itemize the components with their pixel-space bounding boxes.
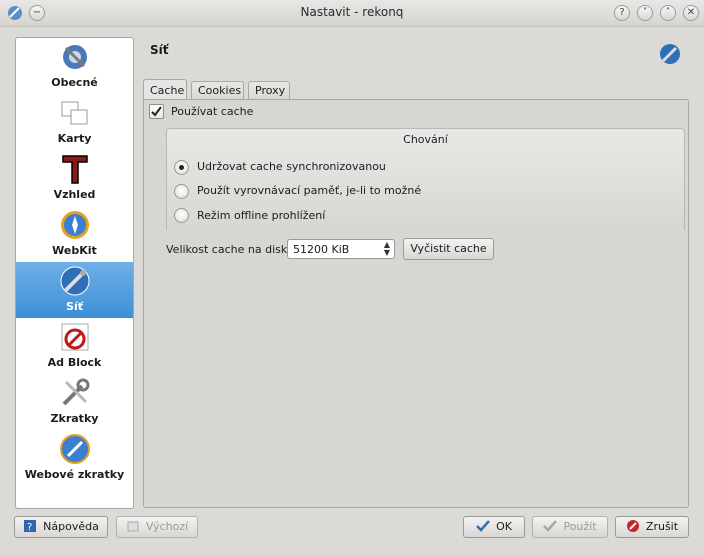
- radio-label: Udržovat cache synchronizovanou: [197, 160, 386, 173]
- sidebar-item-webkit[interactable]: WebKit: [16, 206, 133, 262]
- sidebar-item-vzhled[interactable]: Vzhled: [16, 150, 133, 206]
- maximize-icon[interactable]: ˄: [660, 5, 676, 21]
- sidebar-item-zkratky[interactable]: Zkratky: [16, 374, 133, 430]
- title-bar: − Nastavit - rekonq ? ˅ ˄ ✕: [0, 0, 704, 27]
- sidebar-item-obecne[interactable]: Obecné: [16, 38, 133, 94]
- ok-button[interactable]: OK: [463, 516, 525, 538]
- settings-general-icon: [63, 45, 87, 69]
- shortcuts-tools-icon: [62, 378, 90, 406]
- sidebar-item-label: Webové zkratky: [24, 468, 125, 481]
- tab-proxy[interactable]: Proxy: [248, 81, 290, 100]
- font-appearance-icon: [62, 155, 88, 184]
- radio-label: Použít vyrovnávací paměť, je-li to možné: [197, 184, 422, 197]
- checkmark-icon: [151, 106, 162, 117]
- sidebar-item-label: Obecné: [51, 76, 98, 89]
- close-icon[interactable]: ✕: [683, 5, 699, 21]
- ok-check-icon: [476, 520, 490, 532]
- network-globe-icon: [660, 44, 680, 64]
- window-title: Nastavit - rekonq: [300, 5, 404, 19]
- use-cache-checkbox[interactable]: [149, 104, 164, 119]
- tab-cache[interactable]: Cache: [143, 79, 187, 100]
- defaults-icon: [127, 521, 139, 532]
- sidebar-item-label: Ad Block: [47, 356, 102, 369]
- svg-text:?: ?: [27, 522, 32, 533]
- help-button-label: Nápověda: [43, 520, 99, 533]
- use-cache-label: Používat cache: [171, 105, 254, 118]
- sidebar-item-webove-zkratky[interactable]: Webové zkratky: [16, 430, 133, 486]
- web-shortcuts-globe-icon: [60, 434, 90, 464]
- defaults-button[interactable]: Výchozí: [116, 516, 198, 538]
- radio-use-cache-if-possible[interactable]: [174, 184, 189, 199]
- sidebar-item-label: Síť: [66, 300, 83, 313]
- cancel-button[interactable]: Zrušit: [615, 516, 689, 538]
- defaults-button-label: Výchozí: [145, 520, 189, 533]
- radio-keep-cache-synced[interactable]: [174, 160, 189, 175]
- radio-offline-mode[interactable]: [174, 208, 189, 223]
- spin-arrows-icon[interactable]: ▲ ▼: [384, 241, 390, 257]
- settings-sidebar: Obecné Karty Vzhled WebKit Síť Ad Block …: [15, 37, 134, 509]
- cancel-icon: [626, 520, 639, 532]
- tabs-icon: [61, 101, 88, 125]
- clear-cache-button[interactable]: Vyčistit cache: [403, 238, 494, 260]
- apply-button-label: Použít: [563, 520, 597, 533]
- sidebar-item-label: Karty: [57, 132, 92, 145]
- apply-check-icon: [543, 520, 558, 532]
- cache-size-label: Velikost cache na disku:: [166, 243, 298, 256]
- cache-size-spinbox[interactable]: 51200 KiB ▲ ▼: [287, 239, 395, 259]
- minimize-icon[interactable]: ˅: [637, 5, 653, 21]
- help-book-icon: ?: [24, 520, 37, 533]
- network-globe-icon: [60, 266, 90, 296]
- sidebar-item-karty[interactable]: Karty: [16, 94, 133, 150]
- radio-label: Režim offline prohlížení: [197, 209, 326, 222]
- group-title: Chování: [403, 133, 448, 146]
- sidebar-item-adblock[interactable]: Ad Block: [16, 318, 133, 374]
- help-icon[interactable]: ?: [614, 5, 630, 21]
- adblock-icon: [61, 323, 89, 351]
- apply-button[interactable]: Použít: [532, 516, 608, 538]
- sidebar-item-label: Zkratky: [50, 412, 99, 425]
- compass-webkit-icon: [61, 211, 89, 239]
- tab-cookies[interactable]: Cookies: [191, 81, 244, 100]
- ok-button-label: OK: [496, 520, 512, 533]
- help-button[interactable]: ? Nápověda: [14, 516, 108, 538]
- cancel-button-label: Zrušit: [645, 520, 679, 533]
- sidebar-item-label: WebKit: [52, 244, 97, 257]
- sidebar-item-sit[interactable]: Síť: [16, 262, 133, 318]
- cache-size-value: 51200 KiB: [293, 243, 350, 256]
- page-title: Síť: [150, 43, 169, 57]
- sidebar-item-label: Vzhled: [53, 188, 96, 201]
